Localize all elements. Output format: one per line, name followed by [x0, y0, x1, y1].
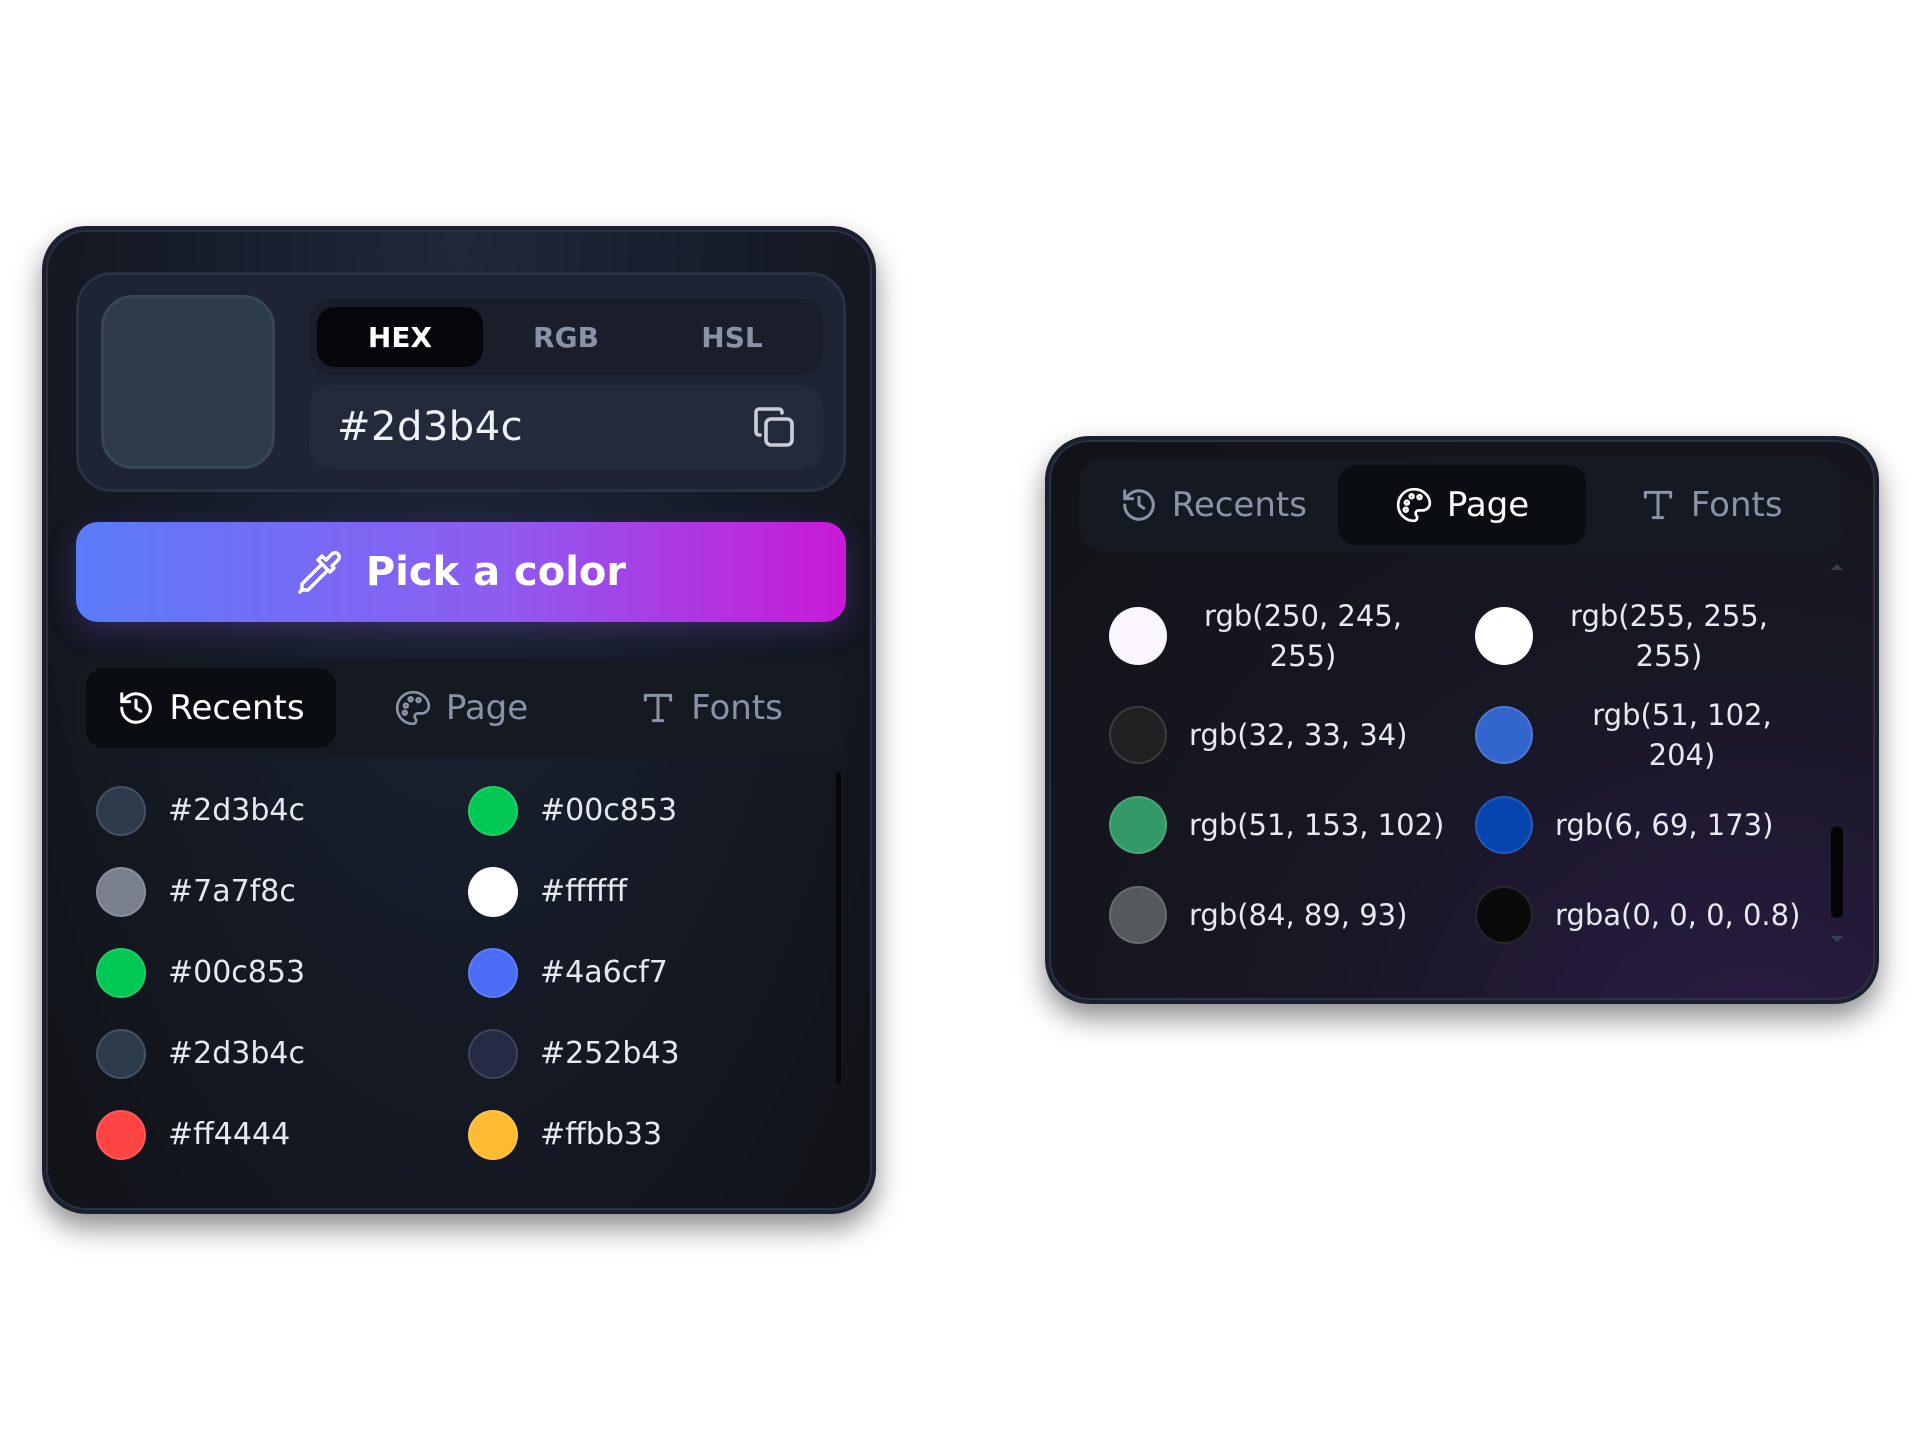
current-color-box: HEX RGB HSL #2d3b4c	[76, 272, 846, 492]
page-colors-panel: Recents Page Fonts rgb(250, 245, 255) rgb…	[1045, 436, 1879, 1004]
list-item[interactable]: #252b43	[468, 1013, 836, 1094]
list-item[interactable]: rgb(250, 245, 255)	[1109, 582, 1475, 690]
tab-page-label: Page	[445, 688, 529, 728]
color-label: #2d3b4c	[168, 793, 305, 828]
color-value-text: #2d3b4c	[337, 404, 524, 450]
color-label: #2d3b4c	[168, 1036, 305, 1071]
type-icon	[643, 693, 673, 723]
color-swatch	[1109, 886, 1167, 944]
copy-button[interactable]	[747, 400, 801, 454]
history-icon	[120, 692, 153, 724]
color-swatch	[468, 947, 518, 998]
scroll-down-arrow[interactable]	[1831, 936, 1843, 942]
tab-recents[interactable]: Recents	[1089, 465, 1338, 545]
color-label: rgb(51, 153, 102)	[1189, 808, 1445, 842]
list-item[interactable]: #7a7f8c	[96, 851, 468, 932]
color-label: #00c853	[168, 955, 306, 990]
format-tab-rgb[interactable]: RGB	[483, 307, 649, 367]
history-icon	[1122, 489, 1155, 521]
list-item[interactable]: #2d3b4c	[96, 770, 468, 851]
color-label: #ff4444	[168, 1117, 291, 1152]
tab-fonts-label: Fonts	[1690, 485, 1783, 525]
tab-fonts[interactable]: Fonts	[1586, 465, 1835, 545]
scroll-up-arrow[interactable]	[1831, 564, 1843, 570]
section-tabs: Recents Page Fonts	[76, 658, 846, 758]
palette-icon	[1396, 487, 1432, 523]
format-tab-hex[interactable]: HEX	[317, 307, 483, 367]
color-label: #00c853	[540, 793, 678, 828]
list-item[interactable]: #4a6cf7	[468, 932, 836, 1013]
type-icon	[1643, 490, 1672, 520]
color-swatch	[96, 785, 146, 836]
list-item[interactable]: #ffbb33	[468, 1094, 836, 1175]
recent-colors-scrollbar[interactable]	[836, 772, 841, 1084]
format-tab-hsl[interactable]: HSL	[649, 307, 815, 367]
page-colors-list: rgb(250, 245, 255) rgb(255, 255, 255) rgb(…	[1109, 582, 1809, 960]
list-item[interactable]: rgb(51, 102, 204)	[1475, 690, 1809, 780]
color-swatch	[1475, 796, 1533, 854]
color-label: rgb(84, 89, 93)	[1189, 898, 1408, 932]
color-label: #ffffff	[540, 874, 628, 909]
color-swatch	[96, 947, 146, 998]
tab-page-label: Page	[1446, 485, 1530, 525]
color-swatch	[96, 1028, 146, 1079]
list-item[interactable]: #00c853	[468, 770, 836, 851]
color-label: #252b43	[540, 1036, 680, 1071]
tab-recents[interactable]: Recents	[86, 668, 336, 748]
color-value-field[interactable]: #2d3b4c	[309, 385, 823, 469]
list-item[interactable]: rgb(51, 153, 102)	[1109, 780, 1475, 870]
color-picker-panel: HEX RGB HSL #2d3b4c Pick a color Recents…	[42, 226, 876, 1214]
list-item[interactable]: rgb(255, 255, 255)	[1475, 582, 1809, 690]
eyedropper-icon	[298, 551, 341, 594]
color-swatch	[96, 1109, 146, 1160]
color-label: rgb(6, 69, 173)	[1555, 808, 1774, 842]
list-item[interactable]: #00c853	[96, 932, 468, 1013]
color-label: rgb(51, 102, 204)	[1592, 698, 1772, 772]
tab-fonts-label: Fonts	[691, 688, 783, 728]
tab-recents-label: Recents	[1171, 485, 1307, 525]
copy-icon	[754, 407, 794, 447]
color-swatch	[468, 1028, 518, 1079]
color-label: #ffbb33	[540, 1117, 663, 1152]
list-item[interactable]: rgb(6, 69, 173)	[1475, 780, 1809, 870]
current-color-swatch	[101, 295, 275, 469]
tab-recents-label: Recents	[169, 688, 305, 728]
recent-colors-list: #2d3b4c #00c853 #7a7f8c #ffffff #00c853 #4a6c…	[96, 770, 836, 1175]
color-swatch	[1109, 796, 1167, 854]
color-swatch	[468, 785, 518, 836]
list-item[interactable]: rgb(84, 89, 93)	[1109, 870, 1475, 960]
color-label: #7a7f8c	[168, 874, 296, 909]
color-swatch	[1109, 706, 1167, 764]
format-tabs: HEX RGB HSL	[309, 299, 823, 375]
color-label: rgba(0, 0, 0, 0.8)	[1555, 898, 1801, 932]
color-swatch	[1475, 886, 1533, 944]
color-label: rgb(250, 245, 255)	[1204, 599, 1402, 673]
color-swatch	[1109, 607, 1167, 665]
color-swatch	[468, 866, 518, 917]
list-item[interactable]: #ffffff	[468, 851, 836, 932]
list-item[interactable]: rgba(0, 0, 0, 0.8)	[1475, 870, 1809, 960]
color-swatch	[96, 866, 146, 917]
section-tabs: Recents Page Fonts	[1079, 458, 1845, 552]
tab-fonts[interactable]: Fonts	[586, 668, 836, 748]
palette-icon	[395, 690, 431, 726]
color-swatch	[1475, 607, 1533, 665]
color-swatch	[468, 1109, 518, 1160]
tab-page[interactable]: Page	[1337, 465, 1587, 545]
pick-color-button[interactable]: Pick a color	[76, 522, 846, 622]
tab-page[interactable]: Page	[336, 668, 586, 748]
list-item[interactable]: #ff4444	[96, 1094, 468, 1175]
list-item[interactable]: rgb(32, 33, 34)	[1109, 690, 1475, 780]
page-colors-scrollbar[interactable]	[1831, 826, 1843, 918]
color-label: #4a6cf7	[540, 955, 668, 990]
pick-color-label: Pick a color	[365, 549, 627, 595]
color-label: rgb(32, 33, 34)	[1189, 718, 1408, 752]
color-swatch	[1475, 706, 1533, 764]
list-item[interactable]: #2d3b4c	[96, 1013, 468, 1094]
color-label: rgb(255, 255, 255)	[1570, 599, 1768, 673]
